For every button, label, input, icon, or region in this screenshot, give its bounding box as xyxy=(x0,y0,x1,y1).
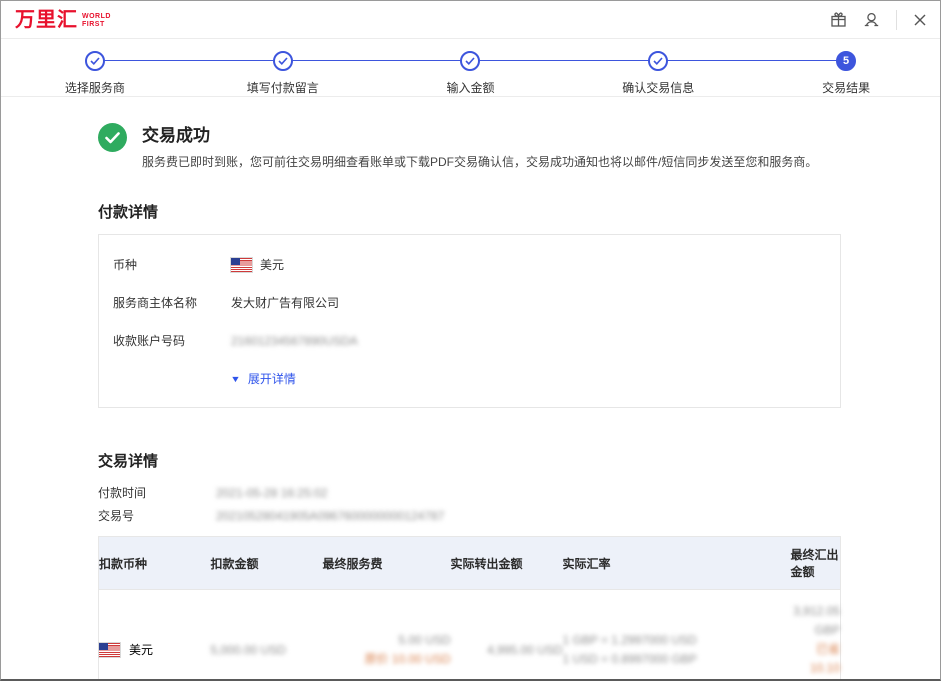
row-fee-redacted: 5.00 USD xyxy=(323,631,451,650)
step-check-icon xyxy=(85,51,105,71)
success-banner: 交易成功 服务费已即时到账，您可前往交易明细查看账单或下载PDF交易确认信，交易… xyxy=(98,121,841,170)
transaction-details-heading: 交易详情 xyxy=(98,450,841,471)
transaction-id-row: 交易号 20210528041905A0967600000000124787 xyxy=(98,507,841,524)
payment-details-card: 币种 美元 服务商主体名称 发大财广告有限公司 收款账户号码 216012345… xyxy=(98,234,841,408)
us-flag-icon xyxy=(99,643,120,657)
user-icon[interactable] xyxy=(863,11,880,28)
col-debit-amount: 扣款金额 xyxy=(211,537,323,590)
app-window: 万里汇 WORLD FIRST xyxy=(0,0,941,681)
step-enter-amount: 输入金额 xyxy=(377,51,565,96)
gift-icon[interactable] xyxy=(830,11,847,28)
us-flag-icon xyxy=(231,258,252,272)
step-check-icon xyxy=(273,51,293,71)
success-description: 服务费已即时到账，您可前往交易明细查看账单或下载PDF交易确认信，交易成功通知也… xyxy=(142,153,817,170)
col-debit-currency: 扣款币种 xyxy=(99,537,211,590)
currency-value: 美元 xyxy=(260,256,284,273)
step-check-icon xyxy=(648,51,668,71)
pay-time-label: 付款时间 xyxy=(98,484,216,501)
row-final-saving-redacted: 已省 10.10 GBP xyxy=(791,640,841,681)
row-currency: 美元 xyxy=(129,641,153,658)
progress-stepper: 选择服务商 填写付款留言 输入金额 确认交易信息 xyxy=(1,39,940,97)
currency-label: 币种 xyxy=(113,256,231,273)
payment-details-heading: 付款详情 xyxy=(98,201,841,222)
logo-text-cn: 万里汇 xyxy=(15,9,78,31)
transaction-id-label: 交易号 xyxy=(98,507,216,524)
step-select-provider: 选择服务商 xyxy=(1,51,189,96)
main-content: 交易成功 服务费已即时到账，您可前往交易明细查看账单或下载PDF交易确认信，交易… xyxy=(1,121,940,681)
col-final-remit: 最终汇出金额 xyxy=(791,537,841,590)
merchant-label: 服务商主体名称 xyxy=(113,294,231,311)
success-check-icon xyxy=(98,123,127,152)
step-payment-note: 填写付款留言 xyxy=(189,51,377,96)
success-title: 交易成功 xyxy=(142,121,817,146)
chevron-down-icon: ▼ xyxy=(230,374,241,384)
row-debit-amount-redacted: 5,000.00 USD xyxy=(211,590,323,681)
pay-time-row: 付款时间 2021-05-28 16:25:02 xyxy=(98,484,841,501)
step-label: 输入金额 xyxy=(446,79,494,96)
table-header-row: 扣款币种 扣款金额 最终服务费 实际转出金额 实际汇率 最终汇出金额 xyxy=(99,537,841,590)
merchant-value: 发大财广告有限公司 xyxy=(231,294,339,311)
step-label: 交易结果 xyxy=(822,79,870,96)
payment-expand-details-link[interactable]: ▼ 展开详情 xyxy=(231,370,826,387)
currency-row: 币种 美元 xyxy=(113,256,826,273)
transaction-id-value-redacted: 20210528041905A0967600000000124787 xyxy=(216,509,444,523)
merchant-row: 服务商主体名称 发大财广告有限公司 xyxy=(113,294,826,311)
step-check-icon xyxy=(460,51,480,71)
account-label: 收款账户号码 xyxy=(113,332,231,349)
step-confirm-info: 确认交易信息 xyxy=(564,51,752,96)
col-actual-transfer: 实际转出金额 xyxy=(451,537,563,590)
col-final-fee: 最终服务费 xyxy=(323,537,451,590)
step-label: 选择服务商 xyxy=(65,79,125,96)
pay-time-value-redacted: 2021-05-28 16:25:02 xyxy=(216,486,327,500)
table-row: 美元 5,000.00 USD 5.00 USD 原价 10.00 USD 4,… xyxy=(99,590,841,681)
worldfirst-logo: 万里汇 WORLD FIRST xyxy=(15,9,111,31)
logo-text-en: WORLD FIRST xyxy=(82,13,111,31)
account-value-redacted: 21601234567890USDA xyxy=(231,334,358,348)
header-divider xyxy=(896,10,897,30)
account-row: 收款账户号码 21601234567890USDA xyxy=(113,332,826,349)
row-final-amount-redacted: 3,912.05 GBP xyxy=(791,602,841,640)
step-result: 5 交易结果 xyxy=(752,51,940,96)
close-icon[interactable] xyxy=(913,13,927,27)
step-label: 填写付款留言 xyxy=(247,79,319,96)
col-actual-rate: 实际汇率 xyxy=(563,537,791,590)
row-fee-original-redacted: 原价 10.00 USD xyxy=(323,650,451,669)
step-label: 确认交易信息 xyxy=(622,79,694,96)
step-number-badge: 5 xyxy=(836,51,856,71)
row-rate2-redacted: 1 USD = 0.8997000 GBP xyxy=(563,650,791,669)
top-bar: 万里汇 WORLD FIRST xyxy=(1,1,940,39)
transaction-table: 扣款币种 扣款金额 最终服务费 实际转出金额 实际汇率 最终汇出金额 美元 xyxy=(98,536,841,681)
row-rate1-redacted: 1 GBP = 1.2997000 USD xyxy=(563,631,791,650)
row-transfer-amount-redacted: 4,995.00 USD xyxy=(451,590,563,681)
